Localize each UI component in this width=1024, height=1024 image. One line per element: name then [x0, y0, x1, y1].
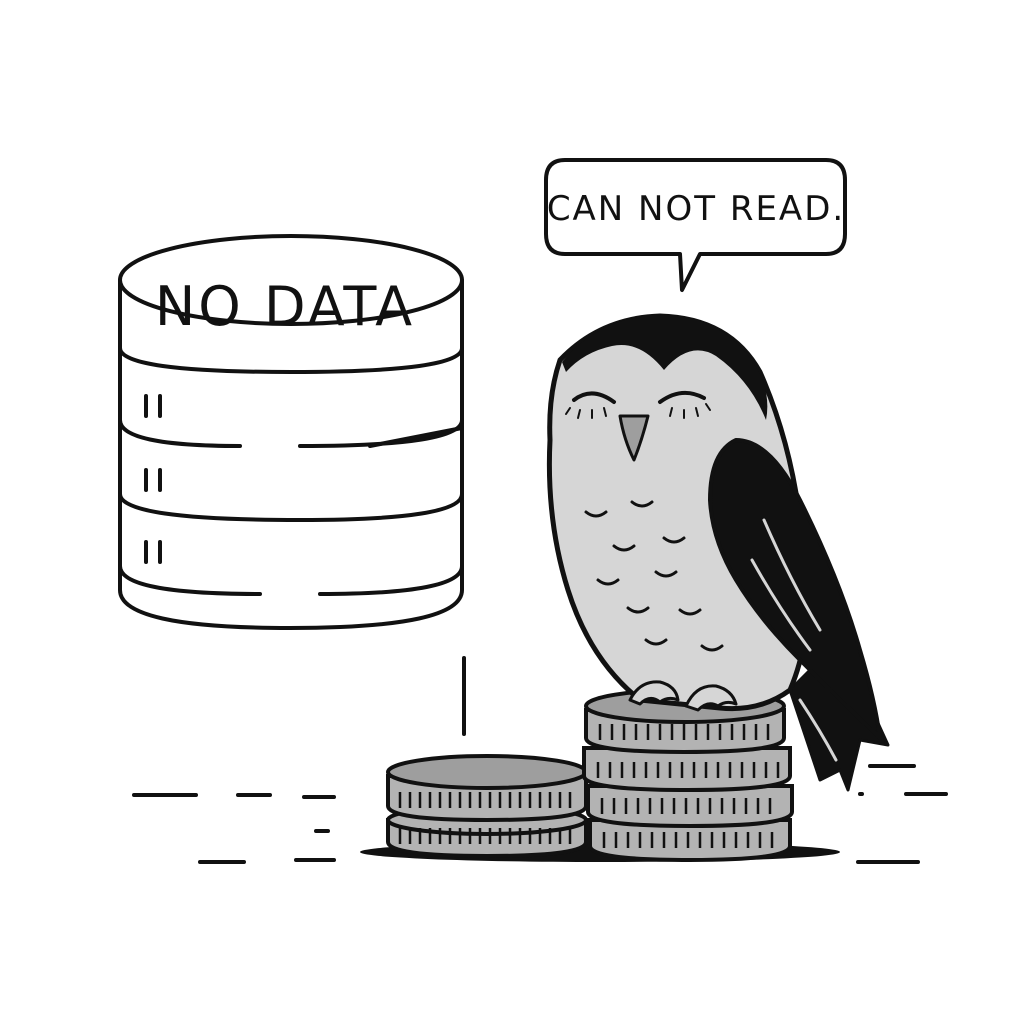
coin-stack-left	[386, 754, 588, 859]
speech-bubble-text: CAN NOT READ.	[547, 189, 845, 229]
illustration: NO DATA CAN NOT READ.	[118, 158, 948, 864]
coin-stack-right	[582, 688, 794, 863]
database-label: NO DATA	[155, 275, 415, 338]
